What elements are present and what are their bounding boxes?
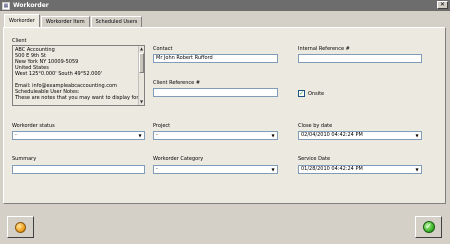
chevron-down-icon[interactable]: ▼ (413, 166, 421, 173)
window-title: Workorder (13, 2, 49, 9)
close-button[interactable]: ✕ (437, 1, 448, 9)
tab-scheduled-users[interactable]: Scheduled Users (90, 16, 143, 27)
onsite-label: Onsite (308, 91, 325, 97)
chevron-down-icon[interactable]: ▼ (269, 166, 277, 173)
workorder-category-value: - (156, 166, 158, 172)
ok-button[interactable]: ✓ (415, 216, 442, 238)
workorder-category-label: Workorder Category (153, 156, 204, 162)
chevron-down-icon[interactable]: ▼ (136, 132, 144, 139)
ok-check-icon: ✓ (422, 221, 435, 233)
summary-label: Summary (12, 156, 37, 162)
summary-field[interactable] (12, 165, 145, 174)
scroll-up-icon[interactable]: ▲ (139, 46, 144, 52)
close-by-date-value: 02/04/2010 04:42:24 PM (301, 132, 363, 138)
client-scrollbar[interactable]: ▲ ▼ (138, 46, 144, 105)
options-button[interactable] (7, 216, 34, 238)
client-label: Client (12, 38, 27, 44)
workorder-status-select[interactable]: - ▼ (12, 131, 145, 140)
scroll-thumb[interactable] (139, 53, 144, 73)
internal-reference-field[interactable] (298, 54, 422, 63)
orange-circle-icon (15, 221, 26, 233)
contact-field[interactable]: Mr John Robert Rufford (153, 54, 278, 63)
close-by-date-label: Close by date (298, 123, 333, 129)
project-select[interactable]: - ▼ (153, 131, 278, 140)
service-date-picker[interactable]: 01/28/2010 04:42:24 PM ▼ (298, 165, 422, 174)
tab-workorder-item[interactable]: Workorder Item (40, 16, 90, 27)
service-date-label: Service Date (298, 156, 331, 162)
client-reference-field[interactable] (153, 88, 278, 97)
workorder-status-label: Workorder status (12, 123, 55, 129)
internal-reference-label: Internal Reference # (298, 46, 350, 52)
tab-strip: Workorder Workorder Item Scheduled Users (4, 14, 143, 27)
project-value: - (156, 132, 158, 138)
client-line: These are notes that you may want to dis… (15, 95, 142, 101)
chevron-down-icon[interactable]: ▼ (413, 132, 421, 139)
client-reference-label: Client Reference # (153, 80, 201, 86)
workorder-status-value: - (15, 132, 17, 138)
window-titlebar: ▦ Workorder ✕ (0, 0, 450, 11)
contact-label: Contact (153, 46, 173, 52)
project-label: Project (153, 123, 171, 129)
tab-workorder[interactable]: Workorder (4, 14, 40, 27)
chevron-down-icon[interactable]: ▼ (269, 132, 277, 139)
workorder-category-select[interactable]: - ▼ (153, 165, 278, 174)
scroll-down-icon[interactable]: ▼ (139, 99, 144, 105)
client-info-box[interactable]: ABC Accounting 500 E 9th St New York NY … (12, 45, 145, 106)
service-date-value: 01/28/2010 04:42:24 PM (301, 166, 363, 172)
onsite-checkbox[interactable]: ✓ (298, 90, 305, 97)
close-by-date-picker[interactable]: 02/04/2010 04:42:24 PM ▼ (298, 131, 422, 140)
app-icon: ▦ (2, 1, 10, 10)
workorder-panel: Client ABC Accounting 500 E 9th St New Y… (3, 27, 446, 204)
